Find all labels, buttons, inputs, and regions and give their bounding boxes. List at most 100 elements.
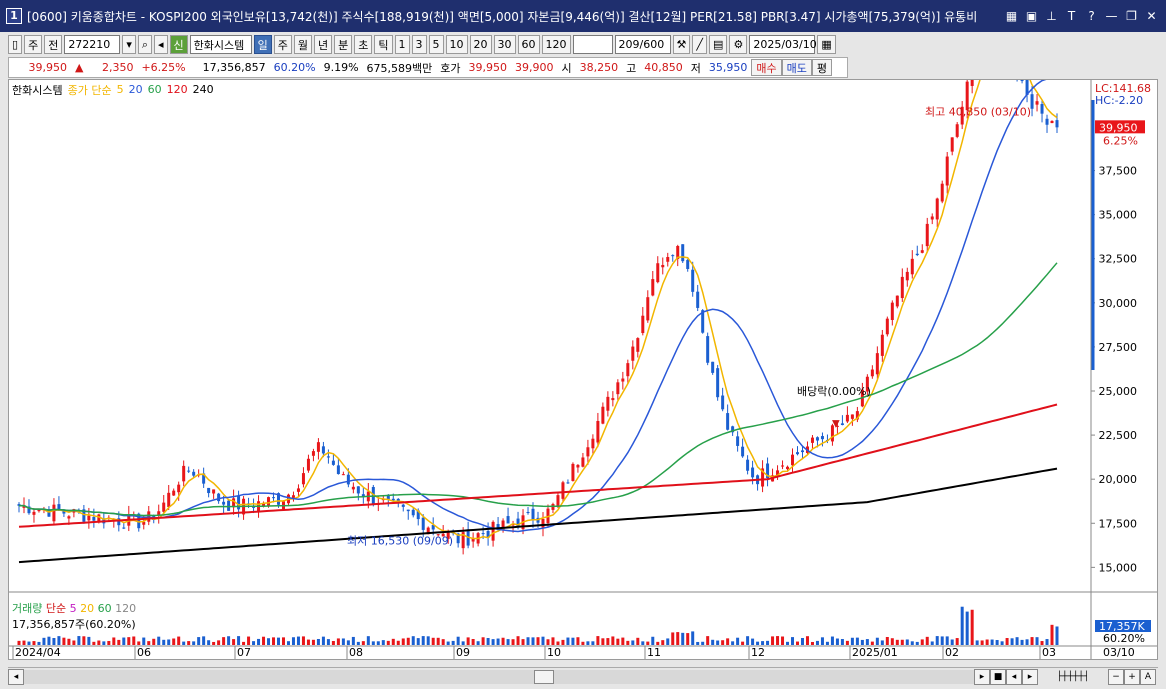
font-icon[interactable]: T	[1063, 8, 1080, 25]
minute-10[interactable]: 10	[445, 35, 468, 54]
volume-bar	[915, 641, 919, 645]
volume-bar	[486, 638, 490, 645]
period-yearly[interactable]: 년	[314, 35, 333, 54]
volume-bar	[940, 636, 944, 645]
volume-bar	[741, 641, 745, 645]
count-field[interactable]: 209/600	[614, 35, 671, 54]
chart-scrollbar[interactable]: ◂ ▸ ■ ◂ ▸ ├┼┼┼┼┤ − + A	[8, 667, 1158, 685]
volume-bar	[601, 638, 605, 645]
volume-bar	[316, 638, 320, 645]
dropdown-icon[interactable]: ▾	[122, 35, 136, 54]
zoom-in-icon[interactable]: +	[1124, 668, 1140, 685]
volume-bar	[72, 640, 76, 645]
play-back-icon[interactable]: ◂	[1006, 668, 1022, 685]
legend-ma5: 5	[116, 83, 124, 96]
candle-body	[845, 414, 849, 422]
layout-icon[interactable]: ▯	[8, 35, 23, 54]
pin-icon[interactable]: ⊥	[1043, 8, 1060, 25]
period-second[interactable]: 초	[354, 35, 373, 54]
period-minute[interactable]: 분	[334, 35, 353, 54]
close-button[interactable]: ✕	[1143, 8, 1160, 25]
candle-body	[656, 263, 660, 283]
period-weekly[interactable]: 주	[273, 35, 292, 54]
gear-icon[interactable]: ⚙	[729, 35, 748, 54]
last-price-label: 39,950	[1099, 121, 1138, 134]
volume-bar	[606, 638, 610, 645]
volume-bar	[1020, 639, 1024, 645]
volume-bar	[646, 641, 650, 645]
volume-bar	[202, 636, 206, 645]
stock-code-input[interactable]: 272210	[64, 35, 121, 54]
candle-body	[661, 264, 665, 268]
volume-bar	[351, 636, 355, 645]
candle-body	[321, 446, 325, 454]
volume-legend: 거래량 단순 5 20 60 120 17,356,857주(60.20%)	[12, 600, 137, 632]
volume-bar	[656, 641, 660, 645]
zoom-out-icon[interactable]: −	[1108, 668, 1124, 685]
minute-60[interactable]: 60	[517, 35, 540, 54]
calendar-icon[interactable]: ▦	[817, 35, 836, 54]
volume-bar	[17, 640, 21, 645]
dividend-marker-icon: ▼	[832, 418, 840, 429]
draw-icon[interactable]: ╱	[692, 35, 708, 54]
volume-bar	[546, 639, 550, 645]
scroll-thumb[interactable]	[534, 669, 554, 684]
buy-button[interactable]: 매수	[751, 59, 782, 76]
x-tick-label: 12	[751, 646, 765, 659]
candle-body	[346, 474, 350, 485]
period-tick[interactable]: 틱	[374, 35, 393, 54]
minute-30[interactable]: 30	[493, 35, 516, 54]
link-icon[interactable]: ▦	[1003, 8, 1020, 25]
candle-body	[212, 489, 216, 494]
sell-button[interactable]: 매도	[781, 59, 812, 76]
minute-1[interactable]: 1	[394, 35, 410, 54]
candle-body	[935, 198, 939, 220]
restore-button[interactable]: ❐	[1123, 8, 1140, 25]
scroll-right-icon[interactable]: ▸	[974, 668, 990, 685]
volume-bar	[676, 632, 680, 645]
legend-ma120: 120	[166, 83, 188, 96]
volume-bar	[691, 631, 695, 645]
period-select[interactable]: 주	[24, 35, 43, 54]
period-daily[interactable]: 일	[253, 35, 272, 54]
tools-icon[interactable]: ⚒	[672, 35, 691, 54]
minimize-button[interactable]: —	[1103, 8, 1120, 25]
minute-20[interactable]: 20	[469, 35, 492, 54]
minute-5[interactable]: 5	[428, 35, 444, 54]
candle-body	[606, 396, 610, 411]
play-forward-icon[interactable]: ▸	[1022, 668, 1038, 685]
tile-icon[interactable]: ▣	[1023, 8, 1040, 25]
auto-icon[interactable]: A	[1140, 668, 1156, 685]
candle-body	[182, 465, 186, 482]
interval-input[interactable]	[572, 35, 613, 54]
candle-body	[421, 517, 425, 530]
volume-bar	[970, 609, 974, 645]
volume-bar	[766, 640, 770, 645]
save-icon[interactable]: ▤	[709, 35, 728, 54]
prev-button[interactable]: 전	[44, 35, 63, 54]
legend-price-ma: 종가 단순	[67, 83, 112, 97]
date-field[interactable]: 2025/03/10	[749, 35, 817, 54]
stop-icon[interactable]: ■	[990, 668, 1006, 685]
flat-button[interactable]: 평	[811, 59, 833, 76]
candle-body	[940, 183, 944, 202]
minute-3[interactable]: 3	[411, 35, 427, 54]
search-icon[interactable]: ⌕	[137, 35, 153, 54]
volume-bar	[92, 641, 96, 645]
candle-body	[316, 442, 320, 452]
scroll-track[interactable]	[24, 669, 974, 684]
candle-body	[356, 486, 360, 494]
candlestick-chart[interactable]: 37,500 35,000 32,500 30,000 27,500 25,000 22,5…	[9, 18, 1157, 659]
zoom-slider[interactable]: ├┼┼┼┼┤	[1038, 672, 1108, 682]
volume-bar	[706, 636, 710, 645]
scroll-left-icon[interactable]: ◂	[8, 668, 24, 685]
candle-body	[331, 460, 335, 465]
legend-ma240: 240	[192, 83, 214, 96]
period-monthly[interactable]: 월	[293, 35, 313, 54]
volume-ma5: 5	[69, 602, 77, 615]
volume-bar	[781, 636, 785, 645]
chart-area[interactable]: 37,500 35,000 32,500 30,000 27,500 25,000 22,5…	[8, 18, 1158, 660]
minute-120[interactable]: 120	[541, 35, 571, 54]
speaker-icon[interactable]: ◂	[154, 35, 168, 54]
help-icon[interactable]: ?	[1083, 8, 1100, 25]
